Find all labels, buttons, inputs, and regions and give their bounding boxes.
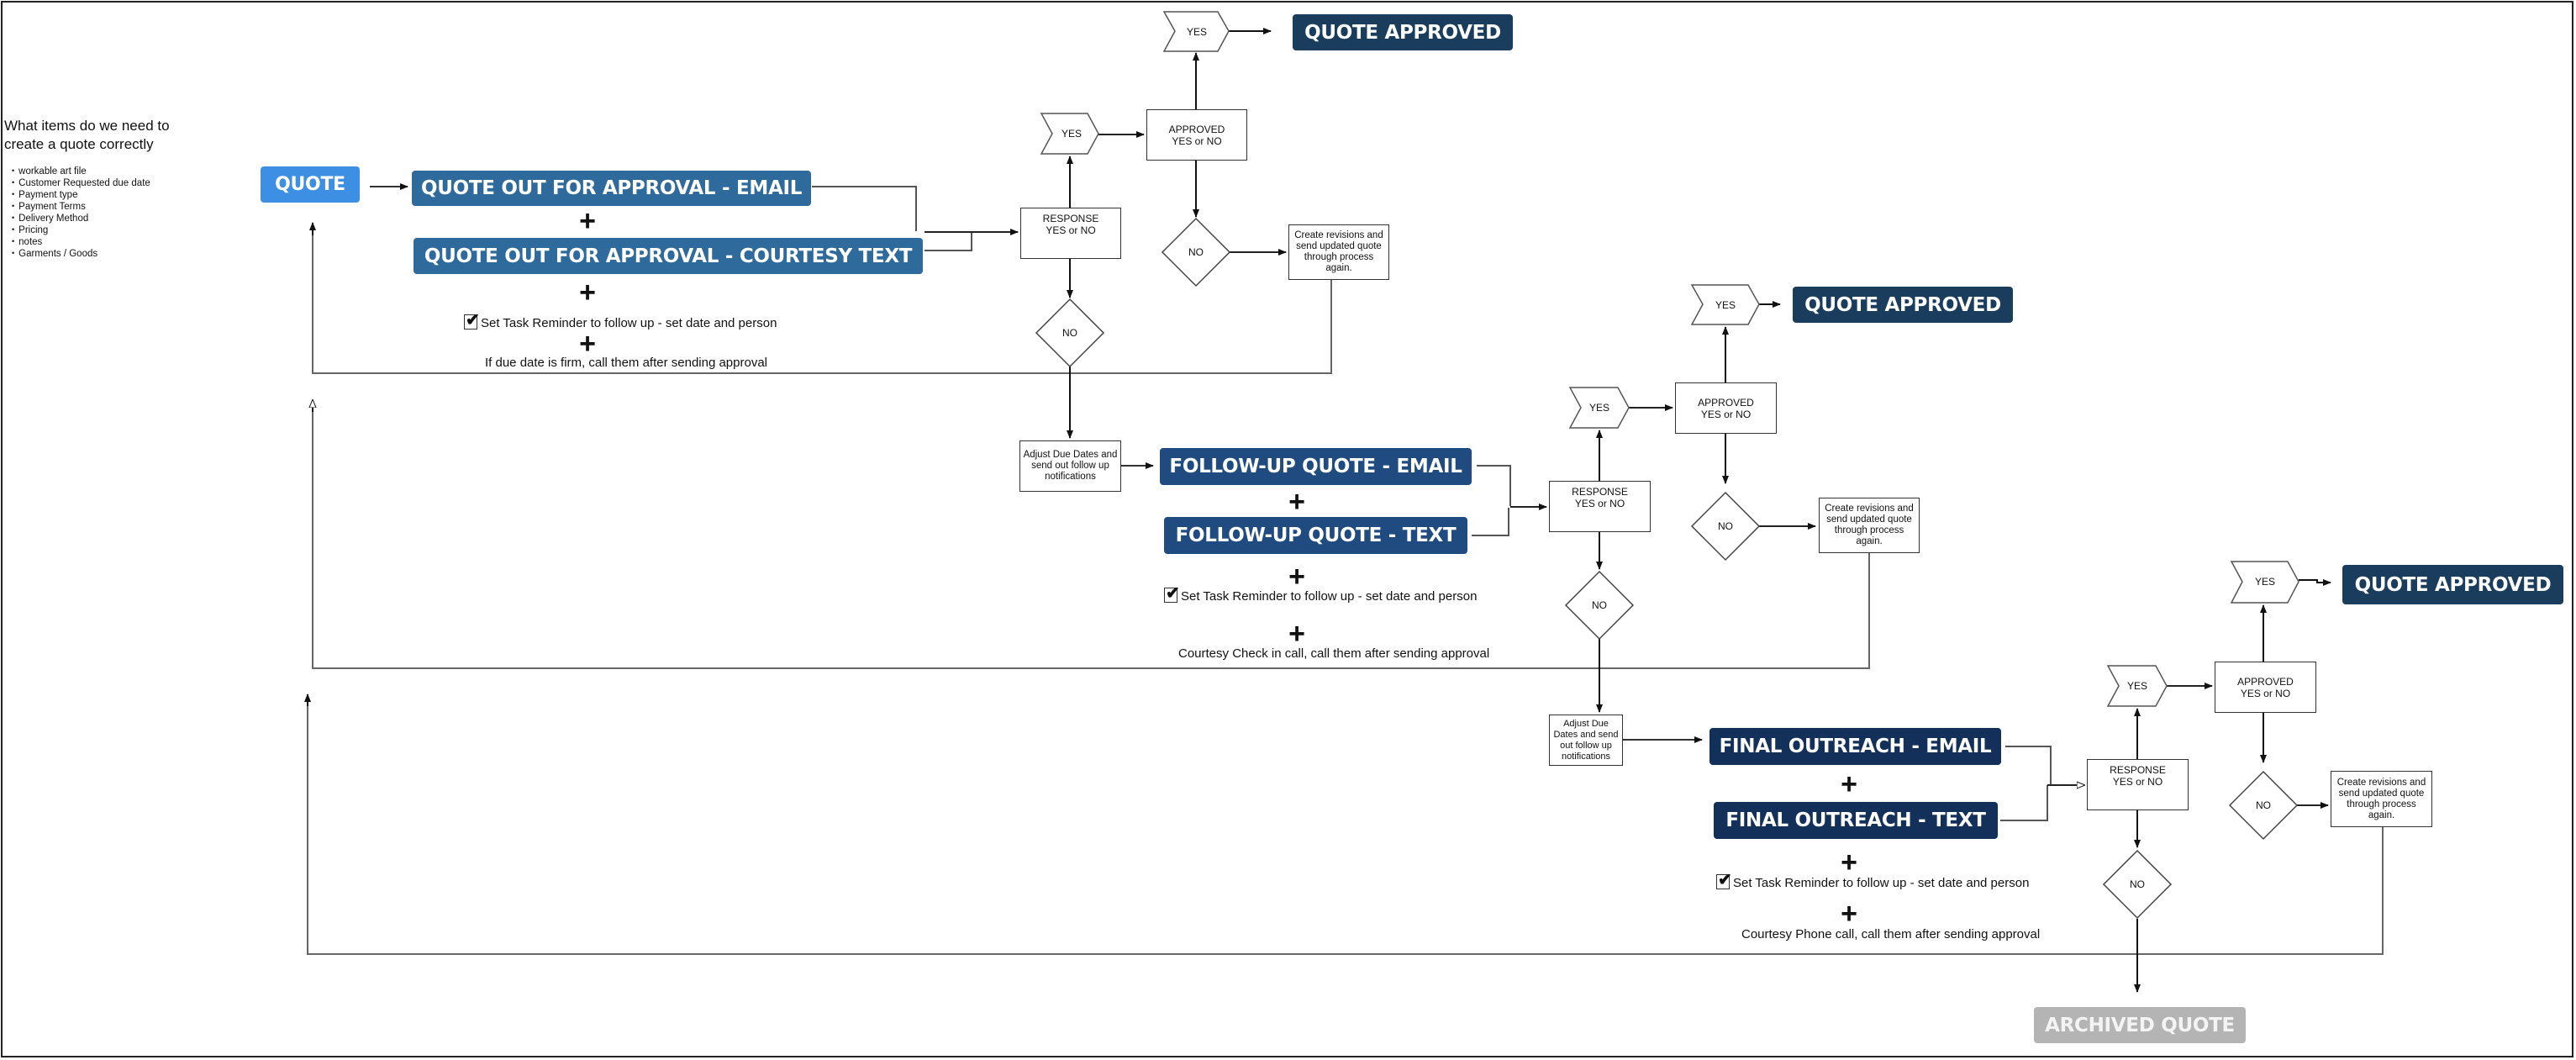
- connector-t1-email: [812, 186, 917, 231]
- t1-extra-note: If due date is firm, call them after sen…: [485, 356, 768, 370]
- plus-icon: +: [1288, 486, 1305, 518]
- requirement-item: Garments / Goods: [12, 248, 150, 260]
- connector-t1-text: [925, 232, 972, 251]
- t1-email-node[interactable]: QUOTE OUT FOR APPROVAL - EMAIL: [412, 171, 811, 206]
- t1-reminder: ✔ Set Task Reminder to follow up - set da…: [464, 311, 777, 330]
- connector-t3-text: [2000, 785, 2048, 821]
- t2-no-approved-label: NO: [1718, 520, 1733, 532]
- t3-text-node[interactable]: FINAL OUTREACH - TEXT: [1714, 802, 1998, 839]
- checkbox-checked-icon[interactable]: ✔: [1164, 584, 1180, 603]
- t2-response-box[interactable]: RESPONSE YES or NO: [1549, 481, 1651, 532]
- connector-t2-text: [1472, 508, 1509, 536]
- connector-t2-email: [1477, 465, 1511, 506]
- t2-yes-top-label: YES: [1715, 299, 1736, 311]
- requirements-heading: What items do we need to create a quote …: [4, 118, 170, 152]
- checkbox-checked-icon[interactable]: ✔: [1716, 871, 1732, 889]
- t3-reminder: ✔ Set Task Reminder to follow up - set da…: [1716, 871, 2030, 890]
- loop-t3-return: [307, 698, 2384, 955]
- t3-no-approved-label: NO: [2256, 799, 2271, 811]
- t1-no-approved-label: NO: [1188, 246, 1204, 258]
- t2-revisions-box[interactable]: Create revisions and send updated quote …: [1819, 498, 1920, 553]
- requirement-item: Pricing: [12, 224, 150, 236]
- plus-icon: +: [1288, 561, 1305, 593]
- t2-yes-label: YES: [1588, 402, 1609, 414]
- plus-icon: +: [1841, 768, 1857, 800]
- requirement-item: notes: [12, 236, 150, 248]
- t3-extra-note: Courtesy Phone call, call them after sen…: [1741, 927, 2041, 941]
- t3-revisions-box[interactable]: Create revisions and send updated quote …: [2331, 771, 2432, 827]
- t2-email-node[interactable]: FOLLOW-UP QUOTE - EMAIL: [1160, 448, 1472, 485]
- t2-text-node[interactable]: FOLLOW-UP QUOTE - TEXT: [1164, 517, 1467, 554]
- t3-yes-label: YES: [2126, 680, 2147, 692]
- t1-no-response-label: NO: [1062, 327, 1077, 339]
- connector-t3-email: [2005, 746, 2052, 785]
- t1-revisions-box[interactable]: Create revisions and send updated quote …: [1288, 224, 1389, 280]
- t1-approved-box[interactable]: APPROVED YES or NO: [1146, 109, 1247, 161]
- t3-approved-box[interactable]: APPROVED YES or NO: [2215, 662, 2316, 713]
- plus-icon: +: [1288, 618, 1305, 650]
- requirement-item: Customer Requested due date: [12, 177, 150, 189]
- requirement-item: Delivery Method: [12, 213, 150, 224]
- t1-quote-approved[interactable]: QUOTE APPROVED: [1293, 14, 1513, 50]
- plus-icon: +: [579, 328, 596, 360]
- t1-response-box[interactable]: RESPONSE YES or NO: [1020, 208, 1121, 259]
- requirement-item: workable art file: [12, 166, 150, 177]
- t3-quote-approved[interactable]: QUOTE APPROVED: [2342, 565, 2563, 604]
- requirements-list: workable art file Customer Requested due…: [12, 166, 150, 260]
- t2-no-response-label: NO: [1592, 599, 1607, 611]
- plus-icon: +: [1841, 898, 1857, 930]
- t3-no-response-label: NO: [2130, 878, 2145, 890]
- checkbox-checked-icon[interactable]: ✔: [464, 311, 480, 330]
- requirement-item: Payment Terms: [12, 201, 150, 213]
- t2-extra-note: Courtesy Check in call, call them after …: [1178, 646, 1490, 661]
- plus-icon: +: [1841, 846, 1857, 878]
- t1-text-node[interactable]: QUOTE OUT FOR APPROVAL - COURTESY TEXT: [414, 238, 923, 274]
- quote-start-node[interactable]: QUOTE: [261, 166, 360, 203]
- t2-reminder: ✔ Set Task Reminder to follow up - set da…: [1164, 584, 1478, 604]
- t1-yes-label: YES: [1061, 128, 1082, 140]
- t2-approved-box[interactable]: APPROVED YES or NO: [1675, 382, 1777, 434]
- archived-quote-node[interactable]: ARCHIVED QUOTE: [2034, 1007, 2246, 1043]
- t3-yes-top-label: YES: [2254, 576, 2275, 588]
- t3-adjust-box[interactable]: Adjust Due Dates and send out follow up …: [1549, 715, 1623, 766]
- plus-icon: +: [579, 205, 596, 237]
- plus-icon: +: [579, 277, 596, 309]
- t2-quote-approved[interactable]: QUOTE APPROVED: [1793, 287, 2013, 323]
- t1-yes-top-label: YES: [1186, 26, 1207, 38]
- t3-response-box[interactable]: RESPONSE YES or NO: [2087, 759, 2189, 810]
- t3-email-node[interactable]: FINAL OUTREACH - EMAIL: [1709, 728, 2001, 765]
- t2-adjust-box[interactable]: Adjust Due Dates and send out follow up …: [1019, 440, 1121, 492]
- arrow-t3-yestop-to-banner: [2299, 579, 2331, 586]
- requirement-item: Payment type: [12, 189, 150, 201]
